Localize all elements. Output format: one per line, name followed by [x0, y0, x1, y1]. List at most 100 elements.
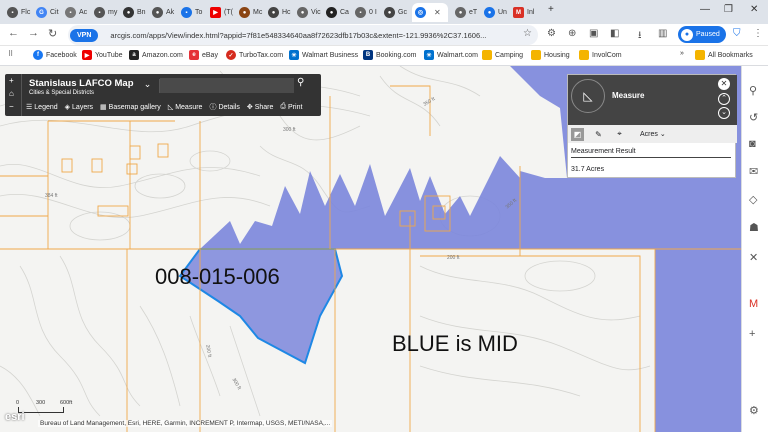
- extension-icon[interactable]: ⊕: [568, 28, 576, 39]
- tag-icon[interactable]: ◇: [749, 193, 757, 206]
- extension-icon[interactable]: ▣: [589, 28, 598, 39]
- tab-14[interactable]: ● Gc: [381, 3, 410, 22]
- zoom-out-button[interactable]: −: [9, 102, 14, 111]
- tab-11[interactable]: ● Vic: [294, 3, 324, 22]
- measure-icon: ◺: [167, 104, 174, 111]
- bookmark-label: eBay: [202, 51, 218, 59]
- chevron-up-icon[interactable]: ⌃: [718, 93, 730, 105]
- tab-10[interactable]: ● Hc: [265, 3, 294, 22]
- reload-icon[interactable]: ↻: [48, 27, 57, 40]
- close-icon[interactable]: ✕: [434, 8, 441, 17]
- chevron-right-icon[interactable]: »: [680, 50, 684, 57]
- window-close-icon[interactable]: ✕: [750, 4, 758, 15]
- tab-label: Cit: [50, 9, 59, 16]
- tab-16[interactable]: ● eT: [452, 3, 480, 22]
- forward-icon[interactable]: →: [28, 27, 39, 39]
- bookmark-youtube[interactable]: ▶ YouTube: [82, 50, 123, 60]
- profile-button[interactable]: ● Paused: [678, 26, 726, 43]
- bookmark-folder-involcom[interactable]: InvolCom: [579, 50, 622, 60]
- tab-active[interactable]: ◎ ✕: [412, 3, 448, 22]
- distance-tool-icon[interactable]: ✎: [592, 128, 605, 141]
- menu-label: Print: [288, 103, 303, 111]
- chevron-down-icon[interactable]: ⌄: [718, 107, 730, 119]
- game-icon[interactable]: ☗: [749, 221, 759, 234]
- search-input[interactable]: [160, 78, 294, 93]
- layers-button[interactable]: ◈ Layers: [65, 102, 93, 112]
- print-icon: ⎙: [280, 103, 287, 110]
- url-text[interactable]: arcgis.com/apps/View/index.html?appid=7f…: [110, 31, 510, 40]
- search-icon[interactable]: ⚲: [749, 84, 757, 97]
- tab-1[interactable]: ▪ Flc: [4, 3, 33, 22]
- tab-2[interactable]: G Cit: [33, 3, 62, 22]
- bag-icon[interactable]: ◙: [749, 138, 756, 150]
- tab-5[interactable]: ● Bn: [120, 3, 149, 22]
- sidebar-toggle-icon[interactable]: ▥: [658, 28, 667, 39]
- home-icon[interactable]: ⌂: [9, 89, 14, 98]
- tab-4[interactable]: ▪ my: [91, 3, 120, 22]
- maximize-icon[interactable]: ❐: [724, 4, 733, 15]
- tab-17[interactable]: ● Un: [481, 3, 510, 22]
- bookmark-star-icon[interactable]: ☆: [523, 28, 532, 39]
- print-button[interactable]: ⎙ Print: [280, 102, 302, 112]
- vpn-button[interactable]: VPN: [70, 28, 99, 42]
- back-icon[interactable]: ←: [8, 27, 19, 39]
- tab-6[interactable]: ● Ak: [149, 3, 177, 22]
- gmail-icon[interactable]: M: [749, 298, 758, 310]
- extension-icon[interactable]: ⚙: [547, 28, 556, 39]
- tab-13[interactable]: ▪ 0 I: [352, 3, 380, 22]
- close-icon[interactable]: ✕: [718, 78, 730, 90]
- all-bookmarks[interactable]: All Bookmarks: [695, 50, 753, 60]
- chevron-down-icon[interactable]: ⌄: [136, 79, 160, 93]
- walmart-icon: ✳: [424, 50, 434, 60]
- tab-label: Ak: [166, 9, 175, 16]
- bookmark-facebook[interactable]: f Facebook: [33, 50, 77, 60]
- bookmark-label: Walmart.com: [437, 51, 478, 59]
- contour-label: 200 ft: [447, 255, 460, 261]
- tab-18[interactable]: M Inl: [510, 3, 537, 22]
- bookmark-turbotax[interactable]: ✓ TurboTax.com: [226, 50, 283, 60]
- details-button[interactable]: ⓘ Details: [209, 102, 239, 112]
- tab-favicon: ●: [297, 7, 308, 18]
- booking-icon: B: [363, 50, 373, 60]
- tab-3[interactable]: ▪ Ac: [62, 3, 90, 22]
- map-view[interactable]: 300 ft 350 ft 384 ft 350 ft 200 ft 300 f…: [0, 66, 741, 432]
- tools-icon[interactable]: ✕: [749, 251, 758, 264]
- bookmark-folder-housing[interactable]: Housing: [531, 50, 570, 60]
- apps-icon[interactable]: ⠿: [8, 50, 13, 58]
- basemap-button[interactable]: ▦ Basemap gallery: [100, 102, 161, 112]
- measure-icon: ◺: [571, 79, 605, 113]
- minimize-icon[interactable]: —: [700, 4, 710, 15]
- tab-12[interactable]: ● Ca: [323, 3, 352, 22]
- bookmark-amazon[interactable]: a Amazon.com: [129, 50, 183, 60]
- unit-select[interactable]: Acres ⌄: [640, 130, 666, 138]
- tab-8[interactable]: ▶ (T(: [207, 3, 236, 22]
- shield-icon[interactable]: ⛉: [733, 28, 741, 39]
- menu-label: Layers: [72, 103, 94, 111]
- bookmark-walmart[interactable]: ✳ Walmart.com: [424, 50, 478, 60]
- zoom-in-button[interactable]: +: [9, 76, 14, 85]
- history-icon[interactable]: ↺: [749, 111, 758, 124]
- bookmark-label: All Bookmarks: [708, 51, 753, 59]
- extension-icon[interactable]: ◧: [610, 28, 619, 39]
- mail-icon[interactable]: ✉: [749, 165, 758, 178]
- bookmark-walmart-business[interactable]: ✳ Walmart Business: [289, 50, 358, 60]
- legend-button[interactable]: ☰ Legend: [26, 102, 58, 112]
- bookmark-label: Facebook: [46, 51, 77, 59]
- settings-icon[interactable]: ⚙: [749, 404, 759, 417]
- share-button[interactable]: ✥ Share: [247, 102, 274, 112]
- add-icon[interactable]: +: [749, 328, 755, 340]
- search-icon[interactable]: ⚲: [297, 77, 304, 88]
- menu-icon[interactable]: ⋮: [753, 28, 763, 39]
- download-icon[interactable]: ⭳: [638, 28, 642, 45]
- bookmark-label: Camping: [495, 51, 524, 59]
- measure-button[interactable]: ◺ Measure: [168, 102, 203, 112]
- location-tool-icon[interactable]: ⌖: [613, 128, 626, 141]
- bookmark-folder-camping[interactable]: Camping: [482, 50, 523, 60]
- tab-9[interactable]: ● Mc: [236, 3, 265, 22]
- address-bar[interactable]: VPN arcgis.com/apps/View/index.html?appi…: [68, 25, 538, 45]
- tab-7[interactable]: ▪ To: [178, 3, 205, 22]
- bookmark-ebay[interactable]: e eBay: [189, 50, 218, 60]
- new-tab-button[interactable]: +: [548, 4, 554, 15]
- area-tool-icon[interactable]: ◩: [571, 127, 584, 141]
- bookmark-booking[interactable]: B Booking.com: [363, 50, 416, 60]
